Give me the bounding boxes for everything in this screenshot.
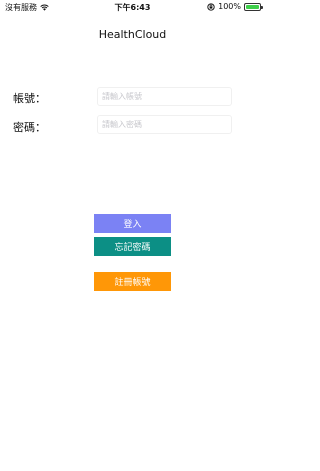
orientation-lock-icon: [207, 2, 215, 11]
battery-percent: 100%: [218, 2, 241, 11]
account-label: 帳號：: [13, 92, 46, 105]
account-input[interactable]: [97, 87, 232, 106]
status-bar: 沒有服務 下午6:43 100%: [0, 0, 265, 14]
battery-fill: [246, 4, 259, 9]
password-label: 密碼：: [13, 121, 46, 134]
register-button[interactable]: 註冊帳號: [94, 272, 171, 291]
page-title: HealthCloud: [98, 28, 167, 41]
login-button[interactable]: 登入: [94, 214, 171, 233]
forgot-password-button[interactable]: 忘記密碼: [94, 237, 171, 256]
status-indicators: 100%: [207, 2, 263, 11]
battery-icon: [244, 2, 263, 11]
password-input[interactable]: [97, 115, 232, 134]
